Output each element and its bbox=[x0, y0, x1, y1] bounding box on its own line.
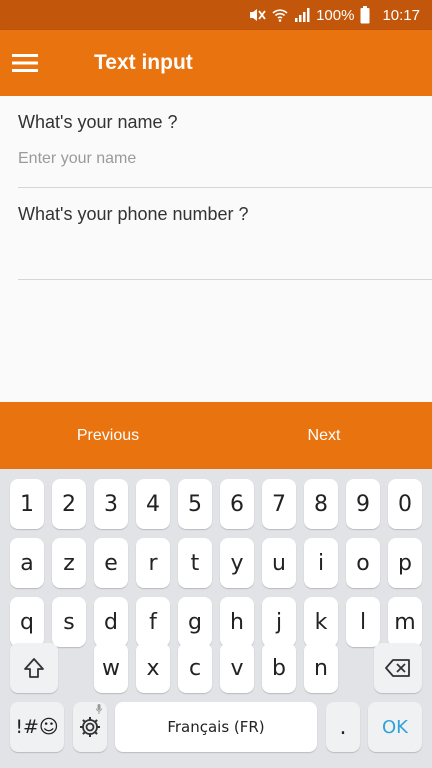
key-e[interactable]: e bbox=[94, 538, 128, 588]
previous-button[interactable]: Previous bbox=[0, 402, 216, 469]
key-a[interactable]: a bbox=[10, 538, 44, 588]
gear-icon bbox=[78, 715, 102, 739]
key-4[interactable]: 4 bbox=[136, 479, 170, 529]
name-field: What's your name ? bbox=[18, 112, 432, 188]
key-s[interactable]: s bbox=[52, 597, 86, 647]
shift-arrow-icon bbox=[23, 657, 45, 679]
key-9[interactable]: 9 bbox=[346, 479, 380, 529]
battery-percent: 100% bbox=[316, 6, 355, 24]
microphone-icon bbox=[96, 704, 102, 714]
phone-label: What's your phone number ? bbox=[18, 204, 249, 224]
key-c[interactable]: c bbox=[178, 643, 212, 693]
key-r[interactable]: r bbox=[136, 538, 170, 588]
key-k[interactable]: k bbox=[304, 597, 338, 647]
page-title: Text input bbox=[94, 51, 193, 74]
mute-icon bbox=[248, 6, 266, 24]
key-8[interactable]: 8 bbox=[304, 479, 338, 529]
app-bar: Text input bbox=[0, 30, 432, 96]
key-x[interactable]: x bbox=[136, 643, 170, 693]
key-h[interactable]: h bbox=[220, 597, 254, 647]
hamburger-menu-icon bbox=[12, 53, 38, 73]
key-w[interactable]: w bbox=[94, 643, 128, 693]
key-g[interactable]: g bbox=[178, 597, 212, 647]
key-t[interactable]: t bbox=[178, 538, 212, 588]
key-u[interactable]: u bbox=[262, 538, 296, 588]
form: What's your name ? What's your phone num… bbox=[0, 96, 432, 402]
key-q[interactable]: q bbox=[10, 597, 44, 647]
period-key[interactable]: . bbox=[326, 702, 360, 752]
name-label: What's your name ? bbox=[18, 112, 178, 132]
nav-bar: Previous Next bbox=[0, 402, 432, 469]
key-v[interactable]: v bbox=[220, 643, 254, 693]
key-n[interactable]: n bbox=[304, 643, 338, 693]
key-6[interactable]: 6 bbox=[220, 479, 254, 529]
key-m[interactable]: m bbox=[388, 597, 422, 647]
phone-input[interactable] bbox=[18, 237, 408, 265]
backspace-icon bbox=[385, 659, 411, 677]
symbols-key[interactable]: !#☺ bbox=[10, 702, 64, 752]
status-bar: 100% 10:17 bbox=[0, 0, 432, 30]
key-7[interactable]: 7 bbox=[262, 479, 296, 529]
key-0[interactable]: 0 bbox=[388, 479, 422, 529]
menu-button[interactable] bbox=[0, 38, 50, 88]
ok-key[interactable]: OK bbox=[368, 702, 422, 752]
shift-key[interactable] bbox=[10, 643, 58, 693]
key-y[interactable]: y bbox=[220, 538, 254, 588]
battery-icon bbox=[360, 6, 370, 24]
key-p[interactable]: p bbox=[388, 538, 422, 588]
keyboard: 1234567890 azertyuiop qsdfghjklm wxcvbn … bbox=[0, 469, 432, 768]
phone-field: What's your phone number ? bbox=[18, 204, 432, 280]
status-time: 10:17 bbox=[382, 6, 420, 24]
key-z[interactable]: z bbox=[52, 538, 86, 588]
signal-icon bbox=[294, 6, 310, 24]
backspace-key[interactable] bbox=[374, 643, 422, 693]
name-input[interactable] bbox=[18, 145, 408, 173]
key-d[interactable]: d bbox=[94, 597, 128, 647]
key-i[interactable]: i bbox=[304, 538, 338, 588]
key-2[interactable]: 2 bbox=[52, 479, 86, 529]
key-5[interactable]: 5 bbox=[178, 479, 212, 529]
key-j[interactable]: j bbox=[262, 597, 296, 647]
wifi-icon bbox=[272, 6, 288, 24]
key-o[interactable]: o bbox=[346, 538, 380, 588]
key-1[interactable]: 1 bbox=[10, 479, 44, 529]
key-3[interactable]: 3 bbox=[94, 479, 128, 529]
key-b[interactable]: b bbox=[262, 643, 296, 693]
next-button[interactable]: Next bbox=[216, 402, 432, 469]
key-f[interactable]: f bbox=[136, 597, 170, 647]
space-key[interactable]: Français (FR) bbox=[115, 702, 317, 752]
key-l[interactable]: l bbox=[346, 597, 380, 647]
